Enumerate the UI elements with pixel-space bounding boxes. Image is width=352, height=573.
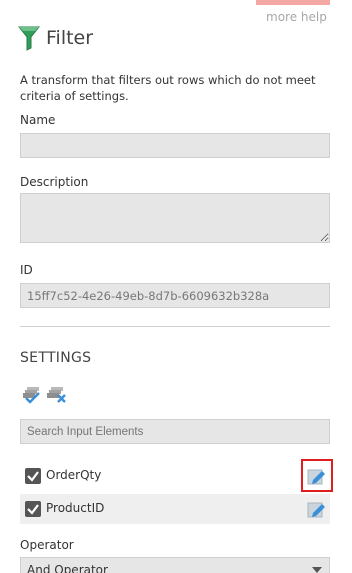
- productid-checkbox[interactable]: [25, 501, 41, 517]
- operator-select[interactable]: And Operator: [20, 557, 330, 573]
- settings-title: SETTINGS: [20, 350, 92, 366]
- panel-header: Filter: [18, 25, 93, 51]
- orderqty-label: OrderQty: [46, 468, 102, 482]
- page-title: Filter: [46, 27, 94, 49]
- chevron-down-icon: [312, 567, 322, 573]
- section-divider: [20, 326, 330, 327]
- clear-all-icon[interactable]: [46, 386, 68, 407]
- id-field: 15ff7c52-4e26-49eb-8d7b-6609632b328a: [20, 283, 330, 308]
- name-label: Name: [20, 113, 56, 127]
- id-label: ID: [20, 263, 33, 277]
- productid-label: ProductID: [46, 501, 105, 515]
- select-all-icon[interactable]: [22, 386, 42, 407]
- name-field[interactable]: [20, 133, 330, 158]
- orderqty-checkbox[interactable]: [25, 468, 41, 484]
- edit-icon[interactable]: [307, 500, 327, 519]
- search-input-elements[interactable]: [20, 419, 330, 444]
- description-field[interactable]: [20, 193, 330, 243]
- element-row-orderqty[interactable]: OrderQty: [20, 461, 330, 491]
- transform-description: A transform that filters out rows which …: [20, 73, 316, 103]
- top-accent-bar: [256, 0, 330, 5]
- filter-funnel-icon: [18, 25, 40, 51]
- more-help-link[interactable]: more help: [266, 10, 327, 24]
- edit-button-highlight: [301, 459, 333, 492]
- operator-value: And Operator: [27, 563, 108, 573]
- description-label: Description: [20, 175, 89, 189]
- element-row-productid[interactable]: ProductID: [20, 494, 330, 524]
- operator-label: Operator: [20, 538, 74, 552]
